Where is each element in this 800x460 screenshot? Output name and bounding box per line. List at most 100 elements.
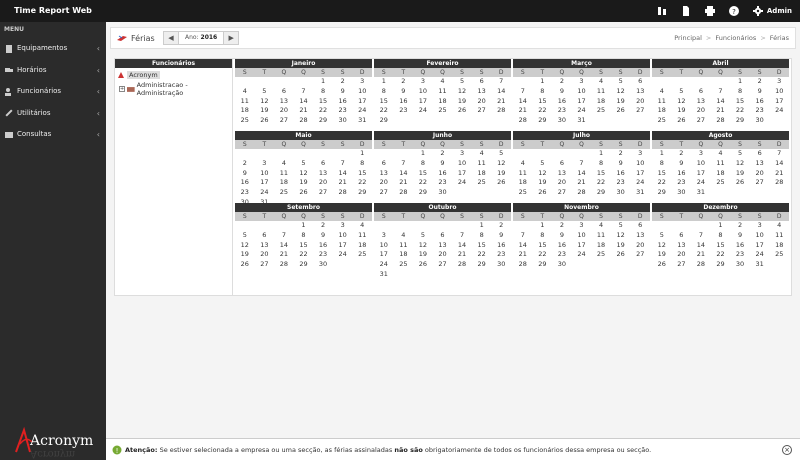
day-cell[interactable]: 25 (433, 106, 453, 116)
day-cell[interactable]: 2 (672, 149, 692, 159)
day-cell[interactable]: 18 (769, 241, 789, 251)
day-cell[interactable]: 8 (472, 231, 492, 241)
day-cell[interactable]: 6 (691, 87, 711, 97)
day-cell[interactable]: 18 (274, 178, 294, 188)
day-cell[interactable]: 16 (611, 169, 631, 179)
day-cell[interactable]: 14 (691, 241, 711, 251)
day-cell[interactable]: 11 (591, 87, 611, 97)
day-cell[interactable]: 28 (394, 188, 414, 198)
day-cell[interactable]: 30 (730, 260, 750, 270)
day-cell[interactable]: 23 (313, 250, 333, 260)
day-cell[interactable]: 26 (491, 178, 511, 188)
day-cell[interactable]: 18 (472, 169, 492, 179)
day-cell[interactable]: 22 (294, 250, 314, 260)
day-cell[interactable]: 5 (533, 159, 553, 169)
day-cell[interactable]: 15 (652, 169, 672, 179)
day-cell[interactable]: 7 (513, 231, 533, 241)
export-icon[interactable] (657, 6, 667, 16)
day-cell[interactable]: 14 (711, 97, 731, 107)
day-cell[interactable]: 20 (274, 106, 294, 116)
day-cell[interactable]: 23 (491, 250, 511, 260)
day-cell[interactable]: 22 (652, 178, 672, 188)
day-cell[interactable]: 17 (255, 178, 275, 188)
day-cell[interactable]: 3 (352, 77, 372, 87)
day-cell[interactable]: 13 (313, 169, 333, 179)
day-cell[interactable]: 8 (591, 159, 611, 169)
day-cell[interactable]: 30 (552, 260, 572, 270)
day-cell[interactable]: 26 (294, 188, 314, 198)
day-cell[interactable]: 27 (274, 116, 294, 126)
day-cell[interactable]: 27 (313, 188, 333, 198)
day-cell[interactable]: 23 (611, 178, 631, 188)
day-cell[interactable]: 1 (711, 221, 731, 231)
day-cell[interactable]: 21 (333, 178, 353, 188)
day-cell[interactable]: 12 (491, 159, 511, 169)
day-cell[interactable]: 29 (374, 116, 394, 126)
day-cell[interactable]: 22 (711, 250, 731, 260)
sidebar-item-horarios[interactable]: Horários ‹ (0, 60, 106, 82)
day-cell[interactable]: 19 (255, 106, 275, 116)
day-cell[interactable]: 7 (452, 231, 472, 241)
day-cell[interactable]: 16 (394, 97, 414, 107)
day-cell[interactable]: 9 (611, 159, 631, 169)
help-icon[interactable]: ? (728, 6, 739, 16)
day-cell[interactable]: 25 (591, 250, 611, 260)
day-cell[interactable]: 20 (630, 241, 650, 251)
day-cell[interactable]: 26 (255, 116, 275, 126)
day-cell[interactable]: 24 (572, 250, 592, 260)
day-cell[interactable]: 5 (652, 231, 672, 241)
day-cell[interactable]: 8 (533, 231, 553, 241)
day-cell[interactable]: 20 (691, 106, 711, 116)
day-cell[interactable]: 1 (730, 77, 750, 87)
day-cell[interactable]: 3 (769, 77, 789, 87)
day-cell[interactable]: 25 (591, 106, 611, 116)
day-cell[interactable]: 17 (769, 97, 789, 107)
day-cell[interactable]: 9 (394, 87, 414, 97)
day-cell[interactable]: 7 (274, 231, 294, 241)
day-cell[interactable]: 29 (352, 188, 372, 198)
day-cell[interactable]: 14 (394, 169, 414, 179)
day-cell[interactable]: 9 (491, 231, 511, 241)
day-cell[interactable]: 14 (294, 97, 314, 107)
day-cell[interactable]: 14 (452, 241, 472, 251)
day-cell[interactable]: 10 (572, 231, 592, 241)
day-cell[interactable]: 21 (394, 178, 414, 188)
day-cell[interactable]: 28 (274, 260, 294, 270)
day-cell[interactable]: 8 (374, 87, 394, 97)
day-cell[interactable]: 2 (491, 221, 511, 231)
day-cell[interactable]: 10 (769, 87, 789, 97)
day-cell[interactable]: 19 (611, 241, 631, 251)
day-cell[interactable]: 13 (750, 159, 770, 169)
day-cell[interactable]: 11 (652, 97, 672, 107)
day-cell[interactable]: 27 (552, 188, 572, 198)
day-cell[interactable]: 29 (294, 260, 314, 270)
sidebar-item-consultas[interactable]: Consultas ‹ (0, 124, 106, 146)
day-cell[interactable]: 18 (513, 178, 533, 188)
day-cell[interactable]: 22 (413, 178, 433, 188)
day-cell[interactable]: 10 (413, 87, 433, 97)
day-cell[interactable]: 15 (730, 97, 750, 107)
day-cell[interactable]: 21 (711, 106, 731, 116)
sidebar-item-funcionarios[interactable]: Funcionários ‹ (0, 81, 106, 103)
day-cell[interactable]: 2 (730, 221, 750, 231)
day-cell[interactable]: 29 (652, 188, 672, 198)
day-cell[interactable]: 27 (691, 116, 711, 126)
day-cell[interactable]: 26 (672, 116, 692, 126)
day-cell[interactable]: 24 (750, 250, 770, 260)
day-cell[interactable]: 31 (750, 260, 770, 270)
day-cell[interactable]: 4 (472, 149, 492, 159)
day-cell[interactable]: 29 (313, 116, 333, 126)
day-cell[interactable]: 28 (452, 260, 472, 270)
day-cell[interactable]: 22 (730, 106, 750, 116)
day-cell[interactable]: 23 (552, 106, 572, 116)
day-cell[interactable]: 9 (730, 231, 750, 241)
day-cell[interactable]: 31 (352, 116, 372, 126)
day-cell[interactable]: 10 (352, 87, 372, 97)
day-cell[interactable]: 27 (630, 250, 650, 260)
day-cell[interactable]: 24 (630, 178, 650, 188)
day-cell[interactable]: 24 (572, 106, 592, 116)
prev-year-button[interactable]: ◀ (164, 32, 178, 44)
printer-icon[interactable] (704, 6, 715, 16)
day-cell[interactable]: 21 (294, 106, 314, 116)
day-cell[interactable]: 28 (572, 188, 592, 198)
